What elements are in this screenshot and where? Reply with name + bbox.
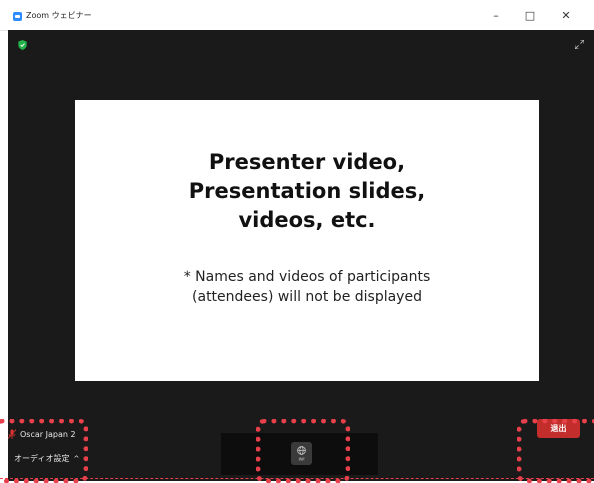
close-button[interactable]: ✕ xyxy=(548,0,584,30)
maximize-button[interactable]: □ xyxy=(512,0,548,30)
slide-note-line: (attendees) will not be displayed xyxy=(192,289,422,305)
window-title: Zoom ウェビナー xyxy=(26,11,92,20)
highlight-toolbar-area xyxy=(256,419,350,483)
slide-heading: Presenter video, Presentation slides, vi… xyxy=(189,148,425,235)
title-bar: Zoom ウェビナー – □ ✕ xyxy=(0,0,594,31)
slide-heading-line: Presentation slides, xyxy=(188,179,426,203)
slide-heading-line: videos, etc. xyxy=(238,208,376,232)
presentation-slide: Presenter video, Presentation slides, vi… xyxy=(75,100,539,381)
fullscreen-icon[interactable] xyxy=(575,40,584,49)
highlight-leave-area xyxy=(517,419,594,483)
zoom-logo-icon xyxy=(13,12,22,21)
security-shield-icon[interactable] xyxy=(18,40,27,50)
meeting-view: Presenter video, Presentation slides, vi… xyxy=(8,30,594,481)
slide-heading-line: Presenter video, xyxy=(208,150,406,174)
slide-note-line: * Names and videos of participants xyxy=(183,269,431,285)
highlight-participant-area xyxy=(0,419,88,483)
minimize-button[interactable]: – xyxy=(478,0,514,30)
annotation-dashed-line xyxy=(0,478,594,479)
slide-note: * Names and videos of participants (atte… xyxy=(184,267,431,307)
